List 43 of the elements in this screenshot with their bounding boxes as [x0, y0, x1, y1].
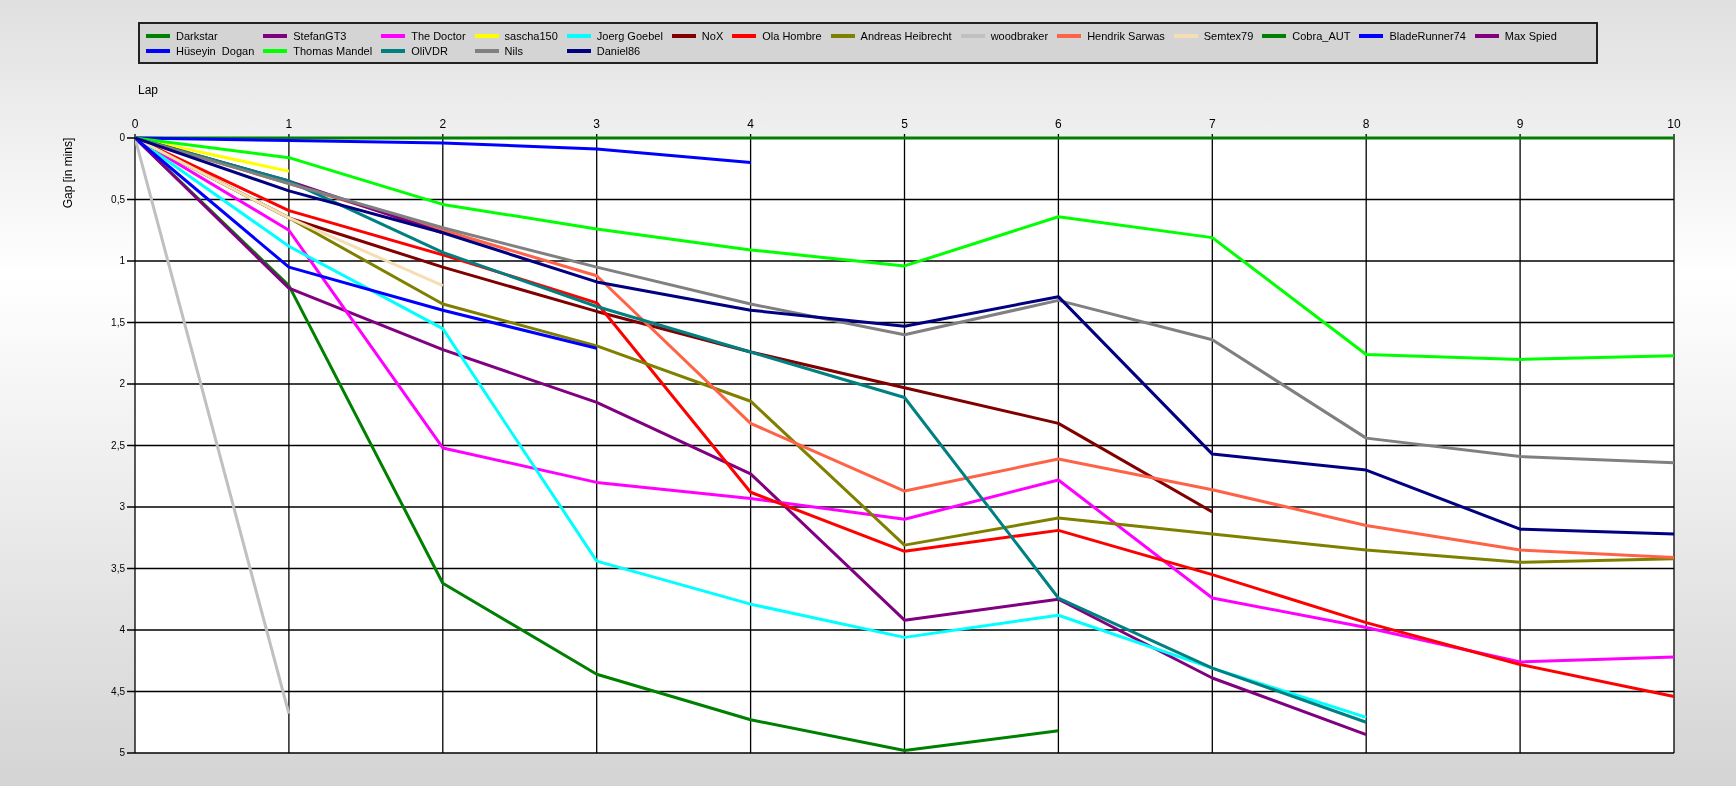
- y-tick-label: 5: [119, 747, 125, 758]
- legend-label: Hendrik Sarwas: [1087, 29, 1165, 42]
- legend-label: Max Spied: [1504, 29, 1557, 42]
- x-tick-label: 2: [439, 117, 447, 131]
- x-tick-label: 9: [1516, 117, 1524, 131]
- legend-label: OliVDR: [411, 44, 448, 57]
- x-tick-label: 8: [1362, 117, 1370, 131]
- legend-label: Daniel86: [596, 44, 641, 57]
- legend-label: NoX: [701, 29, 724, 42]
- legend-label: sascha150: [504, 29, 558, 42]
- y-tick-label: 3,5: [111, 562, 125, 574]
- y-tick-label: 1: [119, 255, 125, 266]
- legend-label: Cobra_AUT: [1292, 29, 1351, 42]
- x-tick-label: 5: [901, 117, 908, 131]
- y-tick-label: 1,5: [111, 316, 125, 328]
- x-tick-label: 1: [285, 117, 293, 131]
- x-tick-label: 4: [747, 117, 754, 131]
- legend-label: Ola Hombre: [762, 29, 822, 42]
- legend-label: woodbraker: [990, 29, 1049, 42]
- x-tick-label: 6: [1055, 117, 1062, 131]
- y-tick-label: 4: [119, 624, 125, 635]
- legend-label: Hüseyin Dogan: [176, 44, 255, 57]
- x-tick-label: 3: [593, 117, 601, 131]
- y-tick-label: 3: [119, 501, 125, 512]
- legend-label: Thomas Mandel: [293, 44, 373, 57]
- y-tick-label: 2,5: [111, 439, 125, 451]
- legend-label: BladeRunner74: [1389, 29, 1466, 42]
- x-tick-label: 10: [1667, 117, 1681, 131]
- legend-label: Andreas Heibrecht: [860, 29, 952, 42]
- y-axis-title: Gap [in mins]: [61, 137, 75, 209]
- x-tick-label: 7: [1208, 117, 1216, 131]
- y-tick-label: 2: [119, 378, 125, 389]
- y-tick-label: 0: [119, 132, 125, 143]
- x-tick-label: 0: [131, 117, 139, 131]
- legend-label: Nils: [504, 44, 523, 57]
- legend-label: Darkstar: [176, 29, 218, 42]
- legend-label: Joerg Goebel: [596, 29, 663, 42]
- y-tick-label: 4,5: [111, 685, 125, 697]
- legend-label: The Doctor: [411, 29, 466, 42]
- legend-label: Semtex79: [1203, 29, 1254, 42]
- y-tick-label: 0,5: [111, 193, 125, 205]
- legend-label: StefanGT3: [293, 29, 347, 42]
- x-axis-title: Lap: [138, 83, 159, 97]
